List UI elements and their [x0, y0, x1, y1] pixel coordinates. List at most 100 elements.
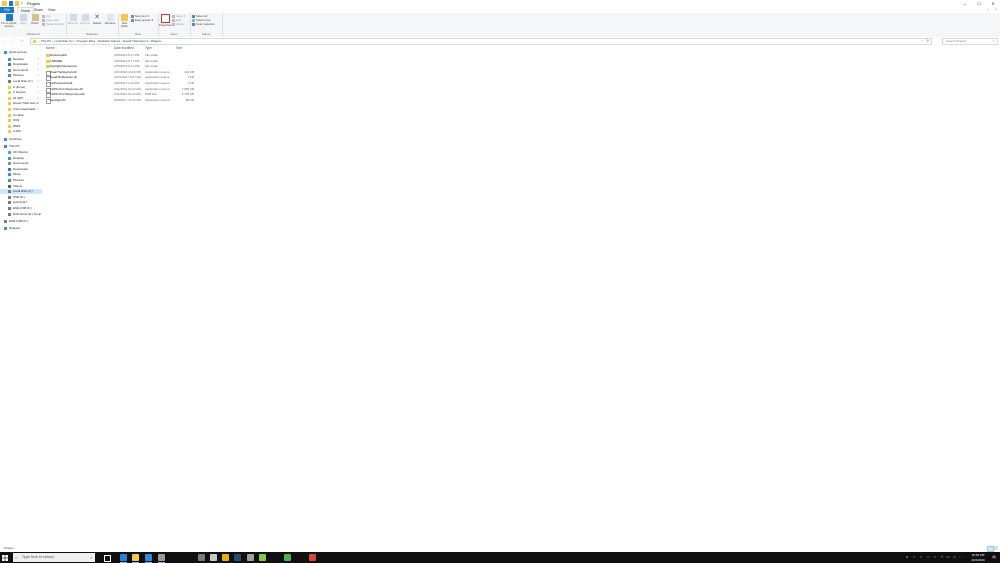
nav-quick-item[interactable]: Downloads ✓ [0, 62, 42, 67]
app-icon-5[interactable] [259, 554, 266, 561]
file-row[interactable]: HeadTileReplace.dll 12/31/2017 8:07 AM App… [45, 75, 195, 82]
history-button[interactable]: History [172, 22, 185, 26]
app-icon-6[interactable] [284, 554, 291, 561]
new-folder-button[interactable]: New folder [119, 14, 130, 28]
tray-app-icon[interactable]: ▪ [912, 555, 916, 560]
paste-shortcut-button[interactable]: Paste shortcut [42, 22, 64, 26]
move-to-button[interactable]: Move to [68, 14, 78, 25]
nav-quick-access[interactable]: › Quick access [0, 50, 42, 55]
large-icons-view-icon[interactable] [994, 546, 998, 550]
copy-to-button[interactable]: Copy to [80, 14, 90, 25]
file-explorer-icon[interactable] [132, 554, 139, 563]
address-field[interactable]: › This PC › Local Disk (C:) › Program Fi… [30, 38, 932, 45]
delete-button[interactable]: ✕ Delete [92, 14, 102, 25]
mail-icon[interactable] [158, 554, 165, 563]
quick-access-dropdown-icon[interactable]: ▾ [21, 1, 26, 6]
notifications-icon[interactable]: ▤ [992, 555, 996, 560]
nav-pc-item[interactable]: 3D Objects [0, 150, 42, 155]
nav-network[interactable]: › Network [0, 226, 42, 231]
maximize-button[interactable]: ☐ [972, 0, 986, 7]
nav-pc-item[interactable]: Local Disk (C:) [0, 189, 42, 195]
store-icon[interactable] [145, 554, 152, 563]
column-header-name[interactable]: Name [46, 46, 55, 50]
file-row[interactable]: InvPoisonAdd.dll 2/26/2017 1:04 PM Applica… [45, 81, 195, 87]
nav-pc-item[interactable]: Videos [0, 184, 42, 189]
file-row[interactable]: Spotlight Resources 2/25/2019 9:21 PM File… [45, 64, 195, 69]
tray-app-icon[interactable]: ▪ [926, 555, 930, 560]
nav-this-pc[interactable]: › This PC [0, 144, 42, 149]
pin-to-quick-access-button[interactable]: Pin to Quick access [1, 14, 17, 28]
nav-quick-item[interactable]: Pictures ✓ [0, 73, 42, 78]
copy-button[interactable]: Copy [18, 14, 28, 25]
app-icon-1[interactable] [198, 554, 205, 561]
invert-selection-button[interactable]: Invert selection [192, 22, 215, 26]
nav-onedrive[interactable]: › OneDrive [0, 137, 42, 142]
volume-icon[interactable]: ◁ [952, 555, 956, 560]
start-windows-icon[interactable] [2, 555, 8, 561]
file-row[interactable]: LSPD First Response.pdb 3/11/2019 10:10 A… [45, 92, 195, 99]
breadcrumb-item[interactable]: Program Files [76, 39, 95, 43]
app-icon-2[interactable] [210, 554, 217, 561]
taskbar-search-box[interactable]: ○ Type here to search ♪ [13, 553, 95, 562]
back-icon[interactable]: ← [3, 38, 7, 43]
app-icon-3[interactable] [222, 554, 229, 561]
nav-pc-item[interactable]: Pictures [0, 178, 42, 183]
nav-usb[interactable]: › ESD-USB (F:) [0, 219, 42, 224]
file-row[interactable]: LSPD First Response.dll 3/11/2019 10:10 A… [45, 87, 195, 93]
tray-app-icon[interactable]: ▪ [919, 555, 923, 560]
nav-pc-item[interactable]: Downloads [0, 167, 42, 172]
nav-pc-item[interactable]: Hybrid (E:) [0, 200, 42, 205]
network-icon[interactable]: ▭ [946, 555, 950, 560]
search-field[interactable]: Search Plugins ⌕ [942, 38, 998, 45]
task-view-icon[interactable] [104, 555, 111, 562]
expand-icon[interactable]: › [1, 219, 2, 224]
column-header-date[interactable]: Date modified [114, 46, 134, 50]
nav-quick-item[interactable]: Combat [0, 113, 42, 118]
edge-icon[interactable] [120, 554, 127, 563]
nav-pc-item[interactable]: ESD-USB (F:) [0, 206, 42, 211]
up-icon[interactable]: ↑ [21, 38, 23, 43]
show-hidden-icons-icon[interactable]: ˄ [940, 555, 944, 560]
breadcrumb-item[interactable]: Local Disk (C:) [54, 39, 74, 43]
expand-icon[interactable]: › [1, 226, 2, 231]
column-header-type[interactable]: Type [145, 46, 152, 50]
nav-quick-item[interactable]: Z1 (EP) ✓ [0, 96, 42, 101]
clock[interactable]: 10:05 PM 2/21/2020 [966, 553, 990, 562]
nav-quick-item[interactable]: Desktop ✓ [0, 57, 42, 62]
nav-quick-item[interactable]: NVR [0, 118, 42, 123]
nav-quick-item[interactable]: Documents ✓ [0, 68, 42, 73]
nav-pc-item[interactable]: Desktop [0, 156, 42, 161]
nav-pc-item[interactable]: Documents [0, 161, 42, 166]
breadcrumb-item[interactable]: This PC [41, 39, 52, 43]
nav-quick-item[interactable]: Vuze Downloads ✓ [0, 107, 42, 112]
breadcrumb-item[interactable]: Rockstar Games [98, 39, 120, 43]
tray-app-icon[interactable]: ▪ [933, 555, 937, 560]
refresh-icon[interactable]: ↻ [926, 39, 929, 44]
file-row[interactable]: DeHumanKit 2/25/2019 8:17 PM File folder [45, 53, 195, 58]
quick-access-new-folder-icon[interactable] [15, 1, 19, 6]
nav-quick-item[interactable]: Z (Items) ✓ [0, 85, 42, 90]
steam-icon[interactable] [234, 554, 241, 561]
nav-pc-item[interactable]: SSD (D:) [0, 195, 42, 200]
nav-quick-item[interactable]: Grand Theft Auto V ✓ [0, 101, 42, 106]
file-row[interactable]: ClearTheSkyCult.dll 1/31/2020 10:20 PM App… [45, 70, 195, 76]
nav-pc-item[interactable]: Music [0, 172, 42, 177]
properties-button[interactable]: Properties [159, 14, 172, 27]
address-dropdown-icon[interactable]: ˅ [921, 39, 923, 44]
rename-button[interactable]: Rename [104, 14, 116, 25]
nav-quick-item[interactable]: Local Disk (C:) ✓ [0, 79, 42, 84]
nav-pc-item[interactable]: DVD Drive (H:) Temp [0, 212, 42, 217]
forward-icon[interactable]: → [9, 38, 13, 43]
breadcrumb-item[interactable]: Plugins [151, 39, 161, 43]
close-button[interactable]: ✕ [986, 0, 1000, 7]
file-row[interactable]: LSBORE 2/25/2019 8:17 PM File folder [45, 59, 195, 64]
nav-quick-item[interactable]: X Games ✓ [0, 90, 42, 95]
nav-quick-item[interactable]: V-WS [0, 129, 42, 134]
expand-icon[interactable]: › [1, 50, 2, 55]
nav-quick-item[interactable]: MWS [0, 124, 42, 129]
app-icon-7[interactable] [309, 554, 316, 561]
expand-icon[interactable]: › [1, 144, 2, 149]
people-icon[interactable]: ☺ [905, 555, 909, 560]
microphone-icon[interactable]: ♪ [90, 553, 92, 562]
paste-button[interactable]: Paste [29, 14, 41, 25]
